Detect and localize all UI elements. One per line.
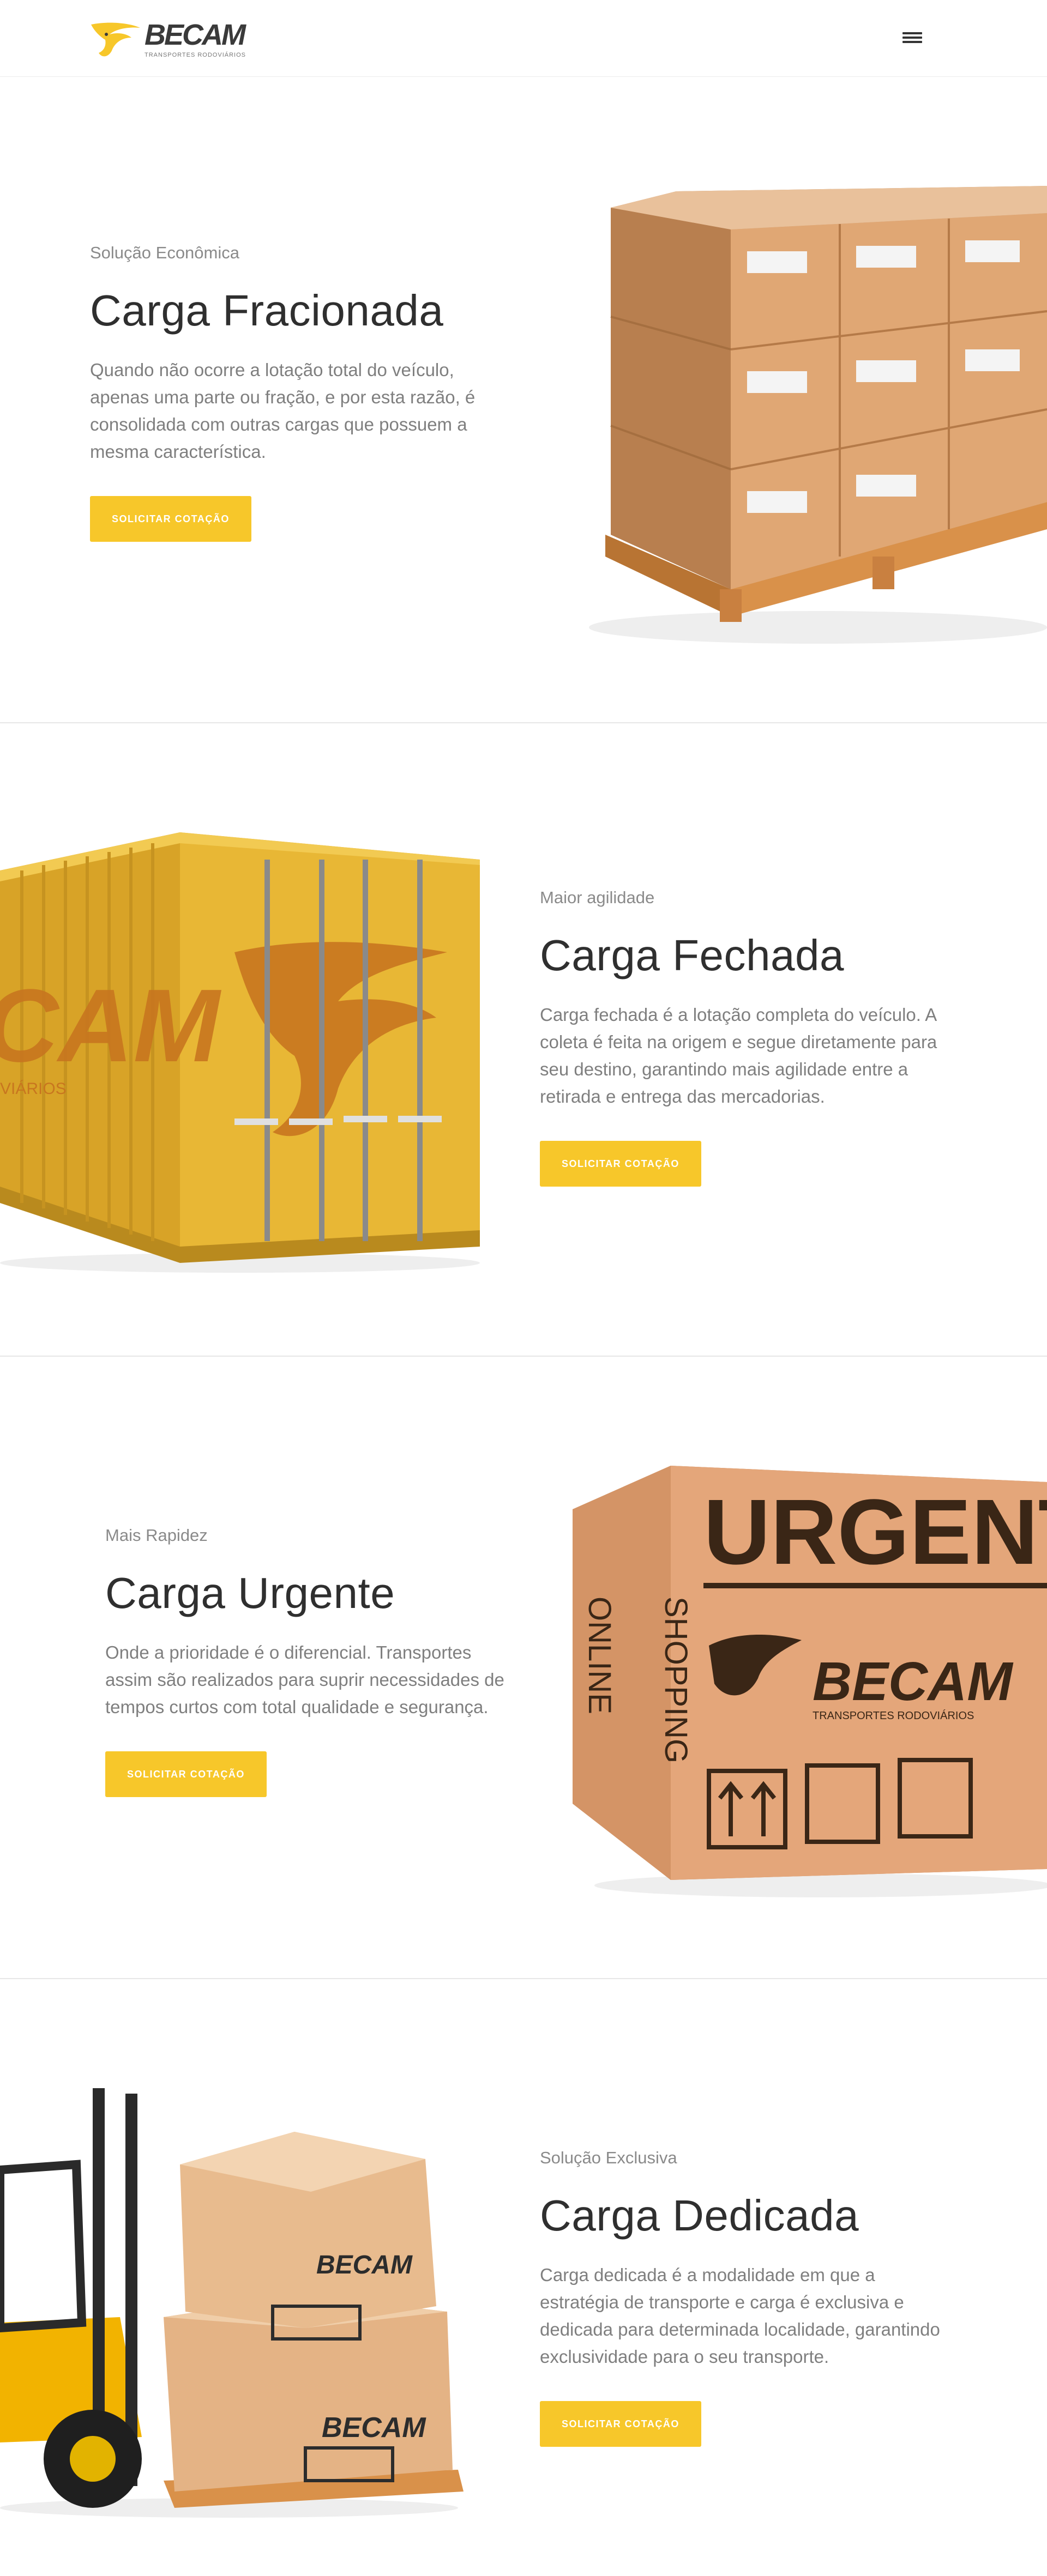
request-quote-button[interactable]: SOLICITAR COTAÇÃO [105,1751,267,1797]
urgent-box-image: URGENT ONLINE SHOPPING BECAM TRANSPORTES… [573,1466,1047,1897]
container-brand-text: CAM [0,968,221,1084]
section-description: Onde a prioridade é o diferencial. Trans… [105,1642,504,1717]
section-text: Mais Rapidez Carga Urgente Onde a priori… [105,1526,509,1797]
section-carga-dedicada: BECAM BECAM Solução Exclusiva Carga Dedi… [0,1979,1047,2576]
site-header: BECAM TRANSPORTES RODOVIÁRIOS [0,0,1047,77]
urgent-box-side-text-2: SHOPPING [658,1597,694,1763]
container-brand-subtext: VIÁRIOS [0,1080,67,1098]
urgent-box-text: URGENT [703,1480,1047,1584]
forklift-box-brand-lower: BECAM [322,2412,426,2444]
section-carga-urgente: Mais Rapidez Carga Urgente Onde a priori… [0,1357,1047,1978]
request-quote-button[interactable]: SOLICITAR COTAÇÃO [540,1141,701,1187]
section-title: Carga Fechada [540,931,844,979]
logo[interactable]: BECAM TRANSPORTES RODOVIÁRIOS [90,17,246,61]
urgent-box-brand-sub: TRANSPORTES RODOVIÁRIOS [813,1709,974,1722]
forklift-boxes-image: BECAM BECAM [0,2088,464,2518]
pallet-boxes-image [589,186,1047,644]
forklift-box-brand: BECAM [316,2251,413,2279]
request-quote-button[interactable]: SOLICITAR COTAÇÃO [540,2401,701,2447]
section-text: Solução Exclusiva Carga Dedicada Carga d… [540,2148,943,2447]
section-title: Carga Dedicada [540,2191,859,2240]
request-quote-button[interactable]: SOLICITAR COTAÇÃO [90,496,251,542]
section-eyebrow: Maior agilidade [540,888,655,907]
eagle-logo-icon [91,22,140,57]
hamburger-menu-icon[interactable] [902,30,922,46]
section-description: Carga fechada é a lotação completa do ve… [540,1005,937,1106]
logo-subtitle: TRANSPORTES RODOVIÁRIOS [145,52,246,58]
section-eyebrow: Solução Econômica [90,243,239,262]
shipping-container-image: CAM VIÁRIOS [0,832,480,1273]
section-title: Carga Urgente [105,1569,395,1617]
section-description: Quando não ocorre a lotação total do veí… [90,360,476,462]
section-text: Solução Econômica Carga Fracionada Quand… [90,243,504,542]
section-title: Carga Fracionada [90,286,444,335]
section-carga-fracionada: Solução Econômica Carga Fracionada Quand… [0,77,1047,722]
section-carga-fechada: CAM VIÁRIOS Maior agilidade Carga Fechad… [0,723,1047,1356]
section-text: Maior agilidade Carga Fechada Carga fech… [540,888,943,1187]
urgent-box-side-text-1: ONLINE [582,1597,617,1714]
section-eyebrow: Solução Exclusiva [540,2148,677,2167]
urgent-box-brand: BECAM [813,1651,1014,1712]
section-description: Carga dedicada é a modalidade em que a e… [540,2265,940,2367]
logo-wordmark: BECAM [145,19,246,51]
section-eyebrow: Mais Rapidez [105,1526,208,1545]
